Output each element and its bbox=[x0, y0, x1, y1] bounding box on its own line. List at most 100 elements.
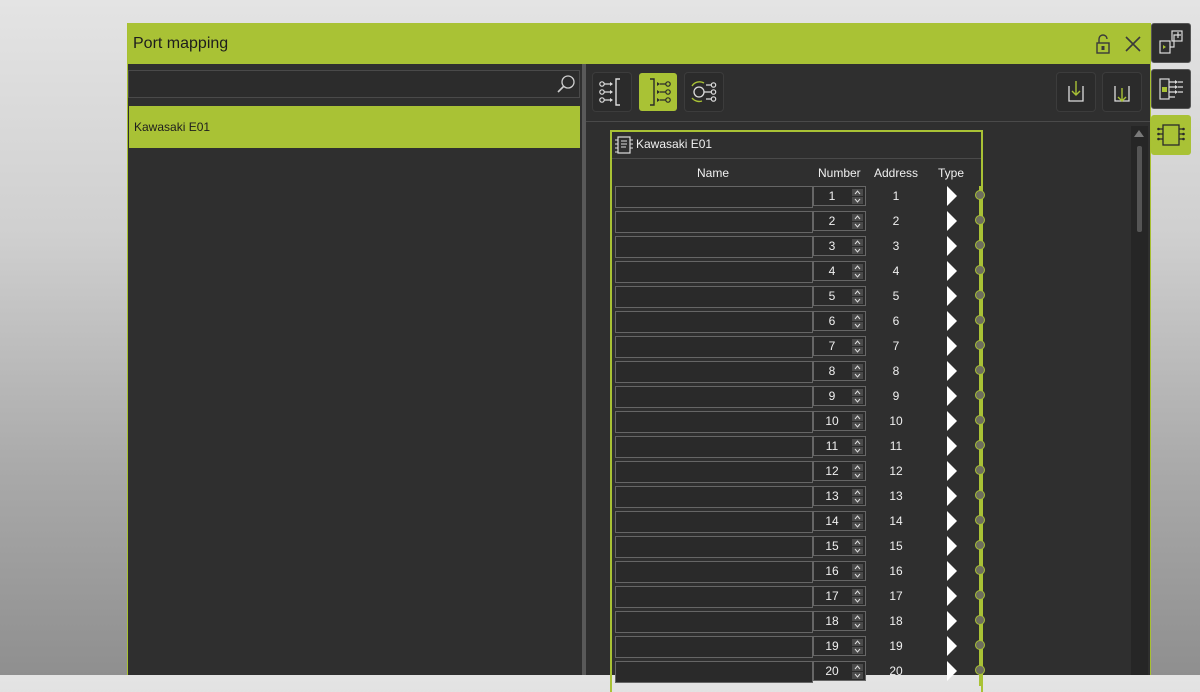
spinner-arrows-icon[interactable] bbox=[852, 564, 863, 579]
port-connector-dot[interactable] bbox=[975, 365, 985, 375]
port-name-input[interactable] bbox=[615, 311, 813, 333]
spinner-arrows-icon[interactable] bbox=[852, 664, 863, 679]
port-number-stepper[interactable]: 11 bbox=[813, 436, 866, 456]
spinner-arrows-icon[interactable] bbox=[852, 464, 863, 479]
port-connector-dot[interactable] bbox=[975, 440, 985, 450]
port-name-input[interactable] bbox=[615, 386, 813, 408]
spinner-arrows-icon[interactable] bbox=[852, 314, 863, 329]
scroll-up-arrow-icon[interactable] bbox=[1134, 130, 1144, 137]
port-connector-dot[interactable] bbox=[975, 465, 985, 475]
port-name-input[interactable] bbox=[615, 486, 813, 508]
spinner-arrows-icon[interactable] bbox=[852, 389, 863, 404]
input-ports-button[interactable] bbox=[593, 73, 631, 111]
port-name-input[interactable] bbox=[615, 536, 813, 558]
output-ports-button[interactable] bbox=[639, 73, 677, 111]
port-number-stepper[interactable]: 17 bbox=[813, 586, 866, 606]
spinner-arrows-icon[interactable] bbox=[852, 214, 863, 229]
spinner-arrows-icon[interactable] bbox=[852, 439, 863, 454]
port-number-stepper[interactable]: 14 bbox=[813, 511, 866, 531]
port-number-stepper[interactable]: 1 bbox=[813, 186, 866, 206]
port-number-stepper[interactable]: 4 bbox=[813, 261, 866, 281]
unlocked-lock-icon[interactable] bbox=[1092, 33, 1114, 55]
port-number-stepper[interactable]: 7 bbox=[813, 336, 866, 356]
port-name-input[interactable] bbox=[615, 586, 813, 608]
port-number-stepper[interactable]: 5 bbox=[813, 286, 866, 306]
port-connector-dot[interactable] bbox=[975, 665, 985, 675]
device-port-box: Kawasaki E01 Name Number Address Type 11… bbox=[610, 130, 985, 692]
port-connector-dot[interactable] bbox=[975, 240, 985, 250]
import-button[interactable] bbox=[1057, 73, 1095, 111]
port-name-input[interactable] bbox=[615, 436, 813, 458]
port-connector-dot[interactable] bbox=[975, 490, 985, 500]
spinner-arrows-icon[interactable] bbox=[852, 289, 863, 304]
spinner-arrows-icon[interactable] bbox=[852, 414, 863, 429]
port-connector-dot[interactable] bbox=[975, 290, 985, 300]
port-name-input[interactable] bbox=[615, 186, 813, 208]
spinner-arrows-icon[interactable] bbox=[852, 539, 863, 554]
port-connector-dot[interactable] bbox=[975, 590, 985, 600]
spinner-arrows-icon[interactable] bbox=[852, 364, 863, 379]
port-number-stepper[interactable]: 2 bbox=[813, 211, 866, 231]
port-connector-dot[interactable] bbox=[975, 615, 985, 625]
port-name-input[interactable] bbox=[615, 261, 813, 283]
spinner-arrows-icon[interactable] bbox=[852, 339, 863, 354]
port-name-input[interactable] bbox=[615, 611, 813, 633]
port-connector-dot[interactable] bbox=[975, 315, 985, 325]
port-name-input[interactable] bbox=[615, 636, 813, 658]
auto-connect-button[interactable] bbox=[685, 73, 723, 111]
side-signal-mapping-button[interactable] bbox=[1151, 23, 1191, 63]
port-connector-dot[interactable] bbox=[975, 265, 985, 275]
port-number-stepper[interactable]: 19 bbox=[813, 636, 866, 656]
port-name-input[interactable] bbox=[615, 461, 813, 483]
port-connector-dot[interactable] bbox=[975, 390, 985, 400]
port-name-input[interactable] bbox=[615, 511, 813, 533]
spinner-arrows-icon[interactable] bbox=[852, 514, 863, 529]
port-connector-dot[interactable] bbox=[975, 215, 985, 225]
export-button[interactable] bbox=[1103, 73, 1141, 111]
port-name-input[interactable] bbox=[615, 661, 813, 683]
port-address: 18 bbox=[889, 614, 903, 628]
port-number-stepper[interactable]: 8 bbox=[813, 361, 866, 381]
spinner-arrows-icon[interactable] bbox=[852, 239, 863, 254]
port-number-stepper[interactable]: 6 bbox=[813, 311, 866, 331]
side-port-mapping-button[interactable] bbox=[1151, 115, 1191, 155]
port-name-input[interactable] bbox=[615, 286, 813, 308]
port-connector-dot[interactable] bbox=[975, 640, 985, 650]
device-list-item[interactable]: Kawasaki E01 bbox=[129, 106, 580, 148]
port-connector-dot[interactable] bbox=[975, 340, 985, 350]
port-number-stepper[interactable]: 10 bbox=[813, 411, 866, 431]
port-address: 6 bbox=[892, 314, 900, 328]
spinner-arrows-icon[interactable] bbox=[852, 639, 863, 654]
side-io-list-button[interactable] bbox=[1151, 69, 1191, 109]
spinner-arrows-icon[interactable] bbox=[852, 589, 863, 604]
port-name-input[interactable] bbox=[615, 336, 813, 358]
port-connector-dot[interactable] bbox=[975, 515, 985, 525]
port-connector-dot[interactable] bbox=[975, 190, 985, 200]
spinner-arrows-icon[interactable] bbox=[852, 189, 863, 204]
port-number-stepper[interactable]: 20 bbox=[813, 661, 866, 681]
port-name-input[interactable] bbox=[615, 561, 813, 583]
port-name-input[interactable] bbox=[615, 236, 813, 258]
port-name-input[interactable] bbox=[615, 361, 813, 383]
search-input[interactable] bbox=[131, 73, 550, 95]
port-number-stepper[interactable]: 12 bbox=[813, 461, 866, 481]
vertical-scrollbar[interactable] bbox=[1131, 126, 1148, 675]
port-number-stepper[interactable]: 16 bbox=[813, 561, 866, 581]
port-number-stepper[interactable]: 3 bbox=[813, 236, 866, 256]
close-icon[interactable] bbox=[1122, 33, 1144, 55]
spinner-arrows-icon[interactable] bbox=[852, 614, 863, 629]
port-number-stepper[interactable]: 15 bbox=[813, 536, 866, 556]
search-icon[interactable] bbox=[555, 73, 577, 95]
column-header-name: Name bbox=[697, 166, 730, 180]
port-number-stepper[interactable]: 18 bbox=[813, 611, 866, 631]
port-name-input[interactable] bbox=[615, 211, 813, 233]
port-connector-dot[interactable] bbox=[975, 540, 985, 550]
port-number-stepper[interactable]: 13 bbox=[813, 486, 866, 506]
port-connector-dot[interactable] bbox=[975, 565, 985, 575]
port-name-input[interactable] bbox=[615, 411, 813, 433]
spinner-arrows-icon[interactable] bbox=[852, 264, 863, 279]
spinner-arrows-icon[interactable] bbox=[852, 489, 863, 504]
scroll-thumb[interactable] bbox=[1137, 146, 1142, 232]
port-connector-dot[interactable] bbox=[975, 415, 985, 425]
port-number-stepper[interactable]: 9 bbox=[813, 386, 866, 406]
